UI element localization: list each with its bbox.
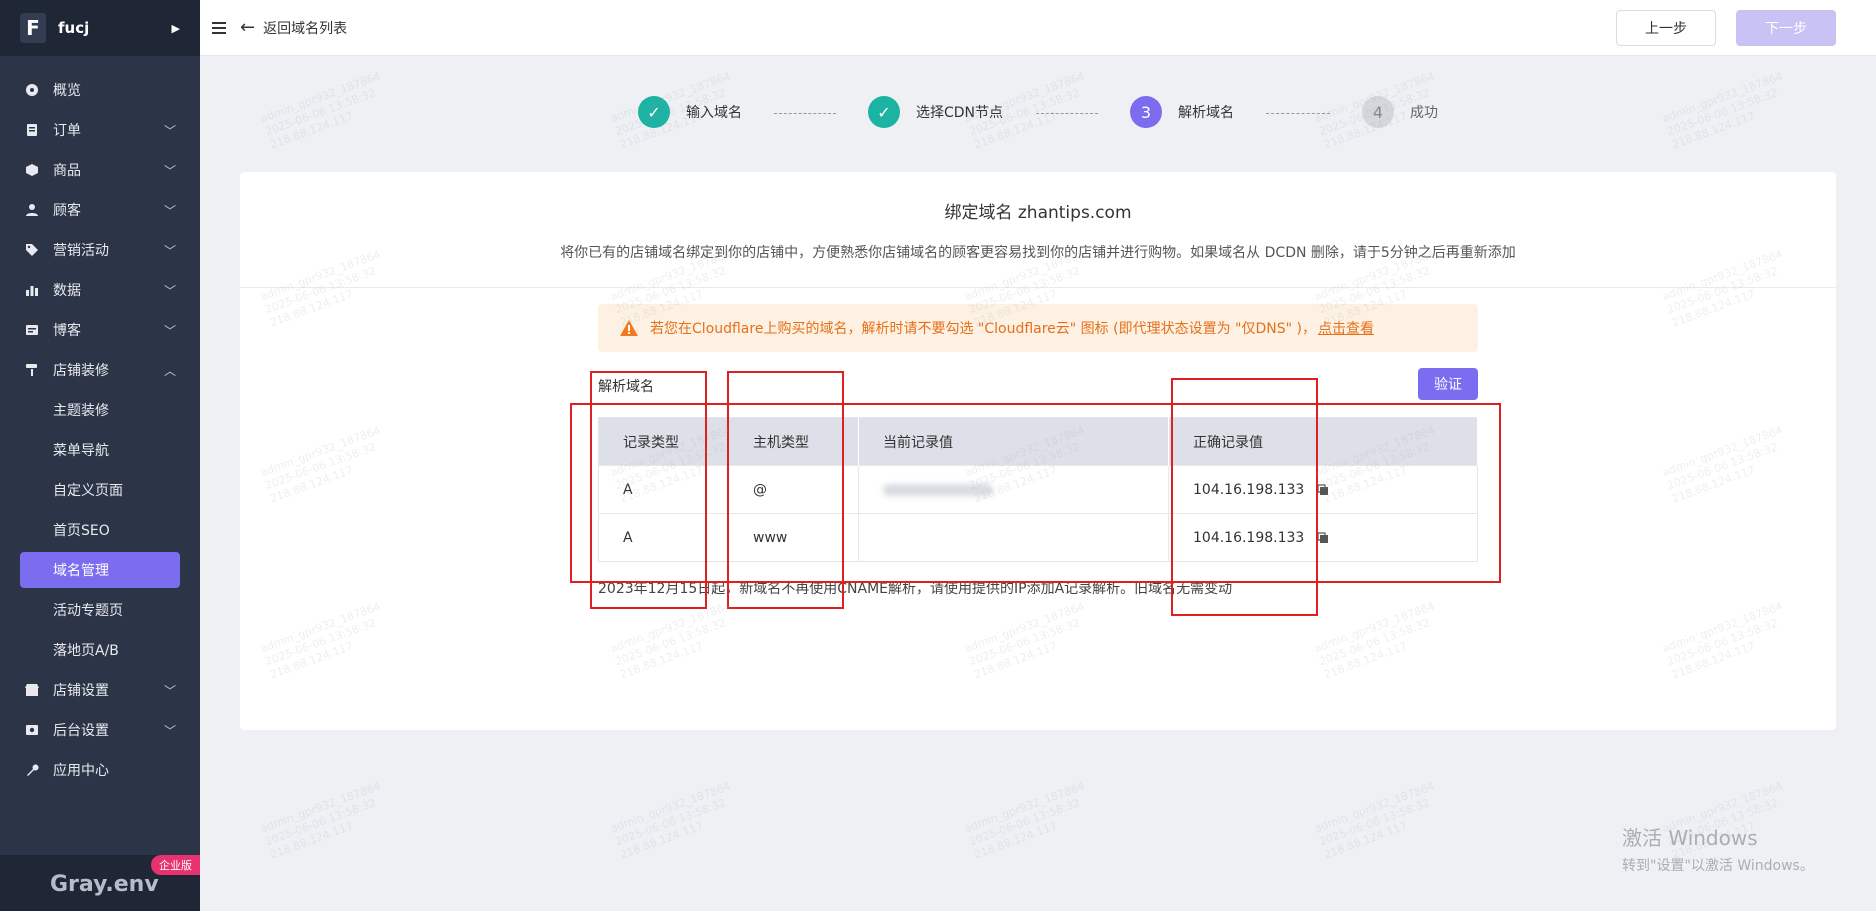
sidebar-item-label: 顾客 [53,203,81,219]
divider [240,287,1836,288]
chevron-down-icon: ﹀ [163,163,176,178]
sidebar-item-app-center[interactable]: 应用中心 [0,750,200,790]
chevron-right-icon: ▶ [171,21,180,35]
sidebar-item-store-design[interactable]: 店铺装修 ︿ [0,350,200,390]
sidebar-item-label: 营销活动 [53,243,109,259]
store-settings-icon [24,682,40,698]
sidebar-item-store-settings[interactable]: 店铺设置 ﹀ [0,670,200,710]
next-step-button[interactable]: 下一步 [1736,10,1836,46]
alert-text: 若您在Cloudflare上购买的域名，解析时请不要勾选 "Cloudflare… [650,321,1316,337]
sidebar-subitem-theme[interactable]: 主题装修 [0,390,200,430]
step-label: 成功 [1410,105,1438,121]
customer-icon [24,202,40,218]
step-label: 输入域名 [686,105,742,121]
sidebar-item-customers[interactable]: 顾客 ﹀ [0,190,200,230]
watermark-text: admin_gpr932_187864 2025-06-06 13:58:32 … [258,779,383,862]
sidebar-subitem-custom-page[interactable]: 自定义页面 [0,470,200,510]
watermark-text: admin_gpr932_187864 2025-06-06 13:58:32 … [608,779,733,862]
sidebar-subitem-campaign[interactable]: 活动专题页 [0,590,200,630]
annotation-box [570,403,1501,583]
chevron-down-icon: ﹀ [163,243,176,258]
sidebar-nav: 概览 订单 ﹀ 商品 ﹀ 顾客 ﹀ 营销活动 ﹀ 数据 ﹀ 博客 ﹀ 店铺装修 … [0,56,200,790]
sidebar-item-marketing[interactable]: 营销活动 ﹀ [0,230,200,270]
sidebar-item-label: 后台设置 [53,723,109,739]
edition-badge: 企业版 [151,855,200,875]
sidebar-footer: Gray.env 企业版 [0,855,200,911]
step-number: 4 [1362,96,1394,128]
watermark-text: admin_gpr932_187864 2025-06-06 13:58:32 … [1312,779,1437,862]
verify-button[interactable]: 验证 [1418,368,1478,400]
product-icon [24,162,40,178]
windows-activation-notice: 激活 Windows 转到"设置"以激活 Windows。 [1622,822,1814,875]
wrench-icon [24,762,40,778]
check-icon: ✓ [638,96,670,128]
step-indicator: ✓ 输入域名 ✓ 选择CDN节点 3 解析域名 4 成功 [0,96,1876,132]
sidebar: F fucj ▶ 概览 订单 ﹀ 商品 ﹀ 顾客 ﹀ 营销活动 ﹀ 数据 ﹀ 博… [0,0,200,911]
activation-subtitle: 转到"设置"以激活 Windows。 [1622,858,1814,874]
back-label: 返回域名列表 [263,20,348,37]
activation-title: 激活 Windows [1622,826,1758,850]
chart-icon [24,282,40,298]
arrow-left-icon: ← [240,17,256,38]
store-name: fucj [58,19,90,37]
card-title: 绑定域名 zhantips.com [944,203,1132,223]
step-4: 4 成功 [1362,96,1438,128]
sidebar-subitem-seo[interactable]: 首页SEO [0,510,200,550]
step-connector [774,113,836,114]
cloudflare-alert: 若您在Cloudflare上购买的域名，解析时请不要勾选 "Cloudflare… [598,304,1478,352]
step-2: ✓ 选择CDN节点 [868,96,1003,128]
store-logo: F [20,13,46,43]
blog-icon [24,322,40,338]
chevron-down-icon: ﹀ [163,323,176,338]
paint-roller-icon [24,362,40,378]
sidebar-item-admin-settings[interactable]: 后台设置 ﹀ [0,710,200,750]
card-description: 将你已有的店铺域名绑定到你的店铺中，方便熟悉你店铺域名的顾客更容易找到你的店铺并… [560,245,1516,261]
menu-toggle-icon[interactable] [212,21,226,34]
step-connector [1036,113,1098,114]
step-label: 选择CDN节点 [916,105,1004,121]
step-number: 3 [1130,96,1162,128]
sidebar-item-label: 应用中心 [53,763,109,779]
back-link[interactable]: ← 返回域名列表 [240,17,347,38]
chevron-down-icon: ﹀ [163,683,176,698]
chevron-down-icon: ﹀ [163,283,176,298]
sidebar-item-data[interactable]: 数据 ﹀ [0,270,200,310]
sidebar-subitem-domain[interactable]: 域名管理 [20,552,180,588]
check-icon: ✓ [868,96,900,128]
step-connector [1266,113,1330,114]
marketing-tag-icon [24,242,40,258]
step-1: ✓ 输入域名 [638,96,742,128]
step-label: 解析域名 [1178,105,1234,121]
sidebar-item-label: 店铺装修 [53,363,109,379]
warning-icon [620,320,638,336]
chevron-down-icon: ﹀ [163,203,176,218]
sidebar-item-label: 店铺设置 [53,683,109,699]
sidebar-subitem-landing-ab[interactable]: 落地页A/B [0,630,200,670]
sidebar-item-label: 数据 [53,283,81,299]
prev-step-button[interactable]: 上一步 [1616,10,1716,46]
sidebar-item-blog[interactable]: 博客 ﹀ [0,310,200,350]
sidebar-subitem-menu[interactable]: 菜单导航 [0,430,200,470]
watermark-text: admin_gpr932_187864 2025-06-06 13:58:32 … [962,779,1087,862]
sidebar-item-label: 博客 [53,323,81,339]
chevron-down-icon: ﹀ [163,723,176,738]
sidebar-item-products[interactable]: 商品 ﹀ [0,150,200,190]
alert-view-link[interactable]: 点击查看 [1318,318,1374,338]
store-switcher[interactable]: F fucj ▶ [0,0,200,56]
step-3: 3 解析域名 [1130,96,1234,128]
sidebar-item-label: 商品 [53,163,81,179]
top-bar: ← 返回域名列表 上一步 下一步 [200,0,1876,56]
env-label: Gray.env [50,872,159,897]
admin-settings-icon [24,722,40,738]
chevron-up-icon: ︿ [163,363,176,378]
